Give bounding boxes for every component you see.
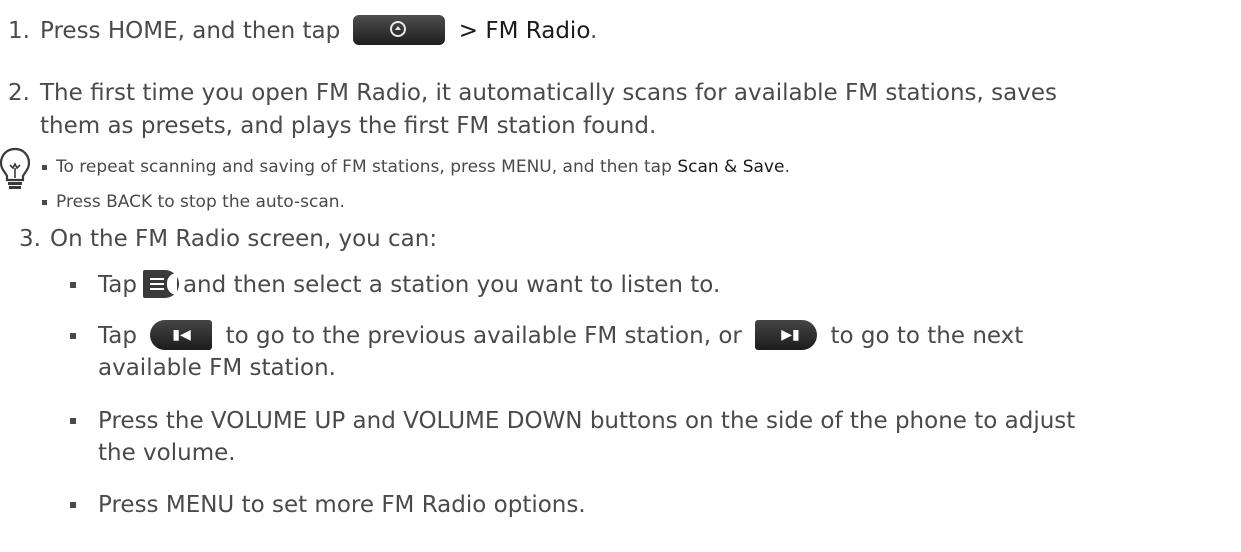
bullet-2-tail: to go to the next [830, 323, 1024, 349]
step-1-number: 1. [8, 18, 30, 44]
light-bulb-icon [0, 147, 30, 189]
bullet-marker-3 [70, 418, 76, 424]
step-2-number: 2. [8, 80, 30, 106]
all-apps-icon [353, 14, 446, 45]
tip-1-text: To repeat scanning and saving of FM stat… [56, 157, 672, 177]
tip-1: To repeat scanning and saving of FM stat… [56, 155, 790, 179]
bullet-1-rest: and then select a station you want to li… [182, 272, 721, 298]
fm-radio-ui-label: > FM Radio [458, 18, 590, 44]
bullet-2-lead: Tap [98, 323, 137, 349]
bullet-2-middle: to go to the previous available FM stati… [225, 323, 742, 349]
step-1-period: . [590, 18, 598, 44]
bullet-marker-1 [70, 282, 76, 288]
bullet-2-line-2: available FM station. [98, 355, 336, 381]
step-1-lead: Press HOME, and then tap [40, 18, 341, 44]
tip-bullet-1 [42, 165, 47, 170]
bullet-1-lead: Tap [98, 272, 137, 298]
bullet-3-line-1: Press the VOLUME UP and VOLUME DOWN butt… [98, 408, 1076, 434]
tip-bullet-2 [42, 200, 47, 205]
scan-save-ui-label: Scan & Save [677, 157, 785, 177]
bullet-3-line-2: the volume. [98, 440, 236, 466]
bullet-marker-2 [70, 333, 76, 339]
step-3-number: 3. [19, 226, 41, 252]
step-1-text: Press HOME, and then tap > FM Radio. [40, 14, 598, 47]
tip-2: Press BACK to stop the auto-scan. [56, 192, 345, 212]
tip-1-period: . [784, 157, 790, 177]
bullet-marker-4 [70, 502, 76, 508]
bullet-4: Press MENU to set more FM Radio options. [98, 492, 586, 518]
next-station-icon: ▶▮ [755, 319, 818, 350]
step-3-text: On the FM Radio screen, you can: [50, 226, 438, 252]
step-2-line-1: The first time you open FM Radio, it aut… [40, 80, 1057, 106]
station-list-icon [142, 269, 179, 298]
bullet-2-line-1: Tap ▮◀ to go to the previous available F… [98, 319, 1024, 352]
bullet-1: Tap and then select a station you want to… [98, 269, 720, 301]
previous-station-icon: ▮◀ [150, 319, 213, 350]
step-2-line-2: them as presets, and plays the first FM … [40, 113, 657, 139]
